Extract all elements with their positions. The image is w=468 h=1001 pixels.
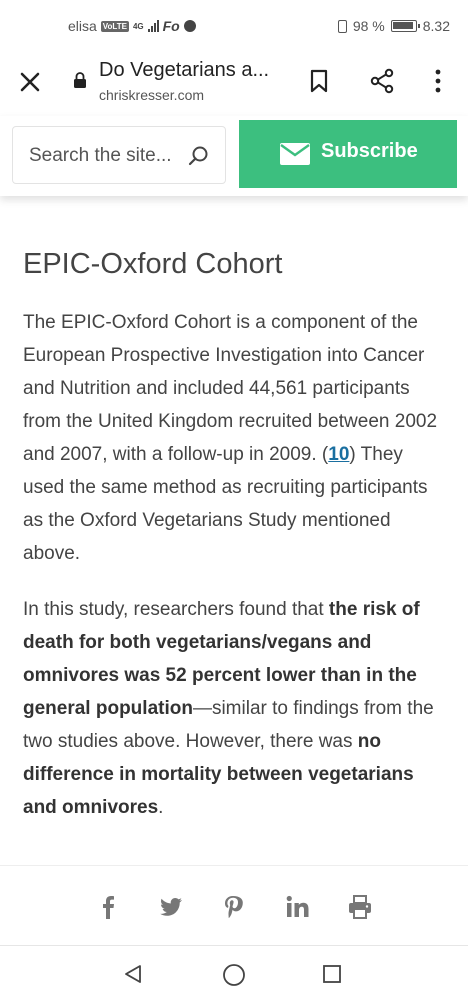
- vibrate-icon: [337, 19, 347, 33]
- back-triangle-icon[interactable]: [122, 963, 144, 985]
- print-icon[interactable]: [347, 894, 373, 920]
- bookmark-icon[interactable]: [307, 68, 331, 94]
- network-type: 4G: [132, 21, 144, 31]
- more-options-icon[interactable]: [426, 68, 450, 94]
- search-input[interactable]: Search the site...: [12, 126, 226, 184]
- carrier-name: elisa: [68, 18, 97, 34]
- reference-link[interactable]: 10: [328, 444, 349, 465]
- home-circle-icon[interactable]: [222, 963, 246, 987]
- clock: 8.32: [422, 18, 450, 34]
- system-nav-bar: [0, 945, 468, 1001]
- close-icon[interactable]: [14, 66, 46, 98]
- page-domain[interactable]: chriskresser.com: [99, 87, 204, 103]
- battery-percent: 98 %: [352, 18, 385, 34]
- app-notification-icon: Fo: [162, 18, 180, 34]
- share-icon[interactable]: [369, 68, 395, 94]
- status-bar: elisa VoLTE 4G Fo 98 % 8.32: [0, 0, 468, 50]
- search-placeholder: Search the site...: [29, 145, 172, 166]
- recent-apps-square-icon[interactable]: [322, 964, 342, 984]
- status-left: elisa VoLTE 4G Fo: [68, 18, 196, 34]
- section-heading: EPIC-Oxford Cohort: [23, 248, 283, 280]
- spotify-icon: [183, 20, 196, 32]
- search-icon[interactable]: [187, 145, 209, 167]
- page-title[interactable]: Do Vegetarians a...: [99, 59, 269, 82]
- paragraph-2-text-end: .: [158, 797, 164, 818]
- mail-icon: [280, 143, 310, 165]
- signal-icon: [147, 20, 159, 32]
- facebook-icon[interactable]: [95, 894, 121, 920]
- status-right: 98 % 8.32: [337, 18, 450, 34]
- subscribe-label: Subscribe: [321, 140, 418, 162]
- lock-icon: [74, 72, 86, 88]
- share-bar: [0, 865, 468, 946]
- linkedin-icon[interactable]: [285, 894, 311, 920]
- paragraph-2-text: In this study, researchers found that: [23, 599, 329, 620]
- battery-icon: [390, 20, 420, 32]
- paragraph-1: The EPIC-Oxford Cohort is a component of…: [23, 306, 448, 570]
- browser-toolbar: Do Vegetarians a... chriskresser.com: [0, 50, 468, 116]
- paragraph-2: In this study, researchers found that th…: [23, 593, 448, 824]
- article-body: EPIC-Oxford Cohort The EPIC-Oxford Cohor…: [23, 240, 448, 818]
- pinterest-icon[interactable]: [221, 894, 247, 920]
- twitter-icon[interactable]: [158, 894, 184, 920]
- paragraph-1-text: The EPIC-Oxford Cohort is a component of…: [23, 312, 438, 465]
- site-toolbar: Search the site... Subscribe: [0, 116, 468, 196]
- subscribe-button[interactable]: Subscribe: [239, 120, 457, 188]
- volte-icon: VoLTE: [100, 20, 129, 32]
